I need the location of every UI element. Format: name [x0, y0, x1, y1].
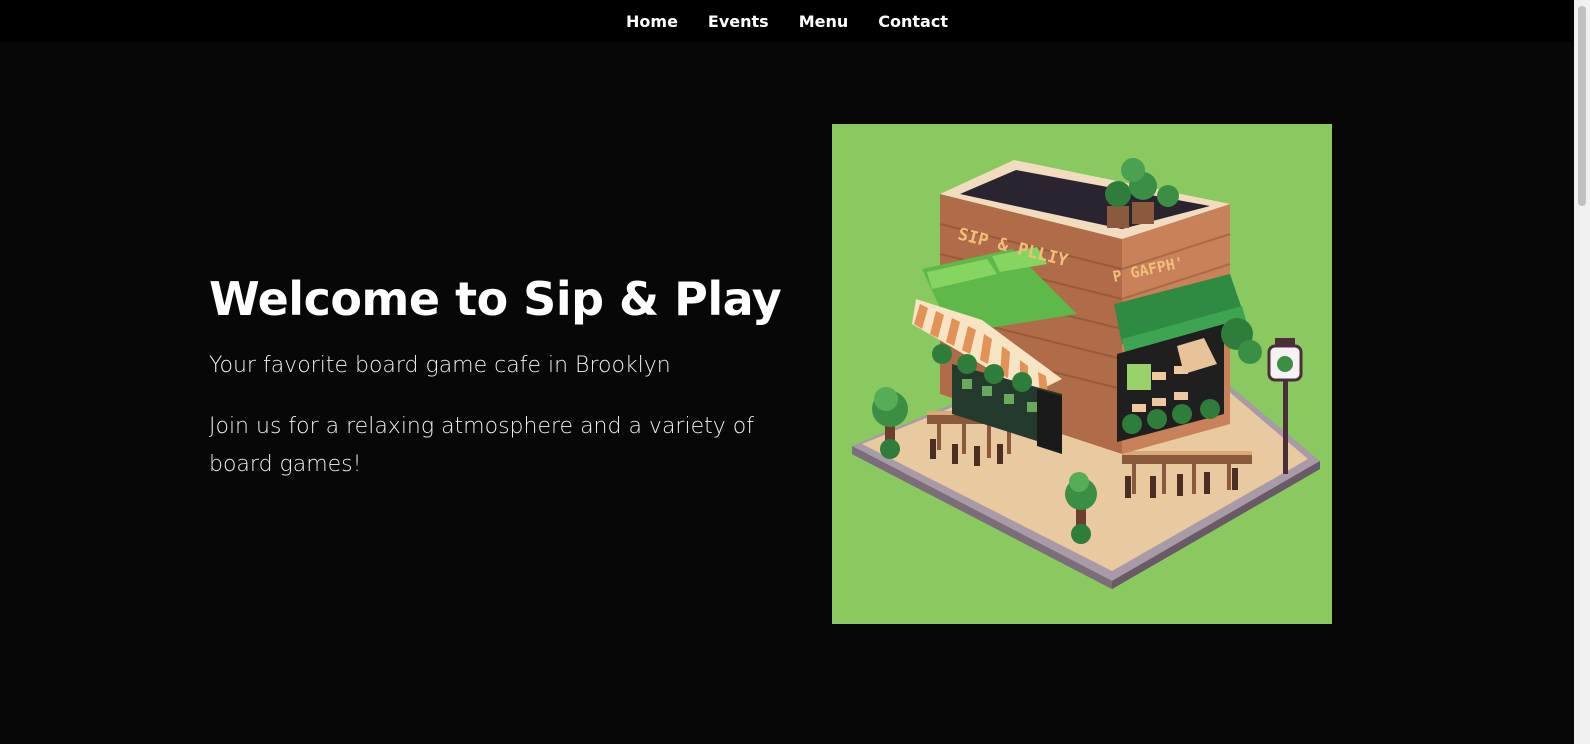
hero-description: Join us for a relaxing atmosphere and a …: [209, 414, 754, 477]
page: Home Events Menu Contact Welcome to Sip …: [0, 0, 1590, 744]
top-navigation: Home Events Menu Contact: [0, 0, 1574, 42]
nav-menu-link[interactable]: Menu: [798, 12, 850, 31]
nav-events-link[interactable]: Events: [707, 12, 770, 31]
hero-subtitle: Your favorite board game cafe in Brookly…: [209, 353, 671, 378]
nav-contact-link[interactable]: Contact: [877, 12, 949, 31]
scrollbar-thumb[interactable]: [1578, 6, 1586, 206]
cafe-pixel-art: SIP & PLLIY P GAFPH': [852, 158, 1320, 589]
nav-home-link[interactable]: Home: [625, 12, 679, 31]
hero-section: Welcome to Sip & Play Your favorite boar…: [209, 270, 809, 484]
vertical-scrollbar[interactable]: [1574, 0, 1590, 744]
hero-title: Welcome to Sip & Play: [209, 272, 782, 326]
cafe-illustration: SIP & PLLIY P GAFPH': [832, 124, 1332, 624]
